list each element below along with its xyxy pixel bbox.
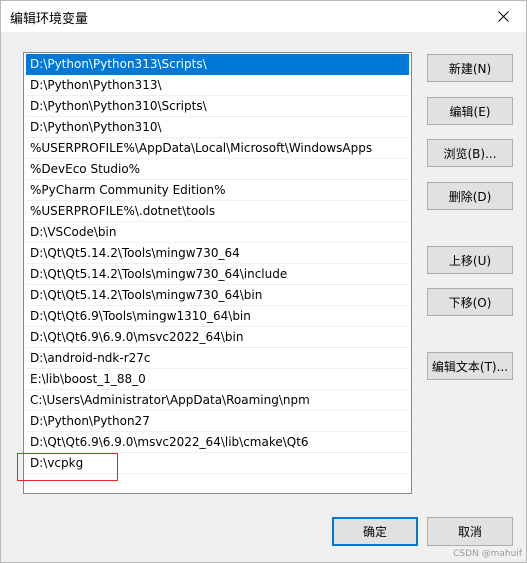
cancel-button[interactable]: 取消 <box>427 517 513 546</box>
list-item[interactable]: %PyCharm Community Edition% <box>26 180 409 201</box>
list-item[interactable]: C:\Users\Administrator\AppData\Roaming\n… <box>26 390 409 411</box>
list-item[interactable]: D:\android-ndk-r27c <box>26 348 409 369</box>
list-item[interactable]: D:\Qt\Qt6.9\Tools\mingw1310_64\bin <box>26 306 409 327</box>
list-item[interactable]: D:\Qt\Qt5.14.2\Tools\mingw730_64\include <box>26 264 409 285</box>
list-item[interactable]: %USERPROFILE%\.dotnet\tools <box>26 201 409 222</box>
list-item[interactable]: D:\Qt\Qt5.14.2\Tools\mingw730_64 <box>26 243 409 264</box>
list-item[interactable]: D:\Python\Python310\Scripts\ <box>26 96 409 117</box>
list-item[interactable]: D:\Qt\Qt6.9\6.9.0\msvc2022_64\lib\cmake\… <box>26 432 409 453</box>
ok-button[interactable]: 确定 <box>332 517 418 546</box>
list-item[interactable]: D:\VSCode\bin <box>26 222 409 243</box>
list-item[interactable]: D:\Qt\Qt5.14.2\Tools\mingw730_64\bin <box>26 285 409 306</box>
title-bar[interactable]: 编辑环境变量 <box>1 1 526 32</box>
watermark: CSDN @mahuif <box>453 549 522 559</box>
edit-env-var-dialog: 编辑环境变量 D:\Python\Python313\Scripts\ D:\P… <box>0 0 527 563</box>
edit-button[interactable]: 编辑(E) <box>427 97 513 125</box>
close-icon <box>497 11 509 22</box>
list-item[interactable]: D:\Qt\Qt6.9\6.9.0\msvc2022_64\bin <box>26 327 409 348</box>
list-item[interactable]: D:\Python\Python313\ <box>26 75 409 96</box>
new-button[interactable]: 新建(N) <box>427 54 513 82</box>
list-item[interactable]: %DevEco Studio% <box>26 159 409 180</box>
move-down-button[interactable]: 下移(O) <box>427 288 513 316</box>
list-item[interactable]: D:\Python\Python313\Scripts\ <box>26 54 409 75</box>
delete-button[interactable]: 删除(D) <box>427 182 513 210</box>
list-item[interactable]: D:\Python\Python27 <box>26 411 409 432</box>
list-item[interactable]: E:\lib\boost_1_88_0 <box>26 369 409 390</box>
move-up-button[interactable]: 上移(U) <box>427 246 513 274</box>
window-title: 编辑环境变量 <box>10 12 89 27</box>
list-item[interactable]: D:\vcpkg <box>26 453 409 474</box>
browse-button[interactable]: 浏览(B)... <box>427 139 513 167</box>
list-item[interactable]: D:\Python\Python310\ <box>26 117 409 138</box>
close-button[interactable] <box>480 1 526 32</box>
list-item[interactable]: %USERPROFILE%\AppData\Local\Microsoft\Wi… <box>26 138 409 159</box>
edit-text-button[interactable]: 编辑文本(T)... <box>427 352 513 380</box>
path-list[interactable]: D:\Python\Python313\Scripts\ D:\Python\P… <box>23 52 412 494</box>
